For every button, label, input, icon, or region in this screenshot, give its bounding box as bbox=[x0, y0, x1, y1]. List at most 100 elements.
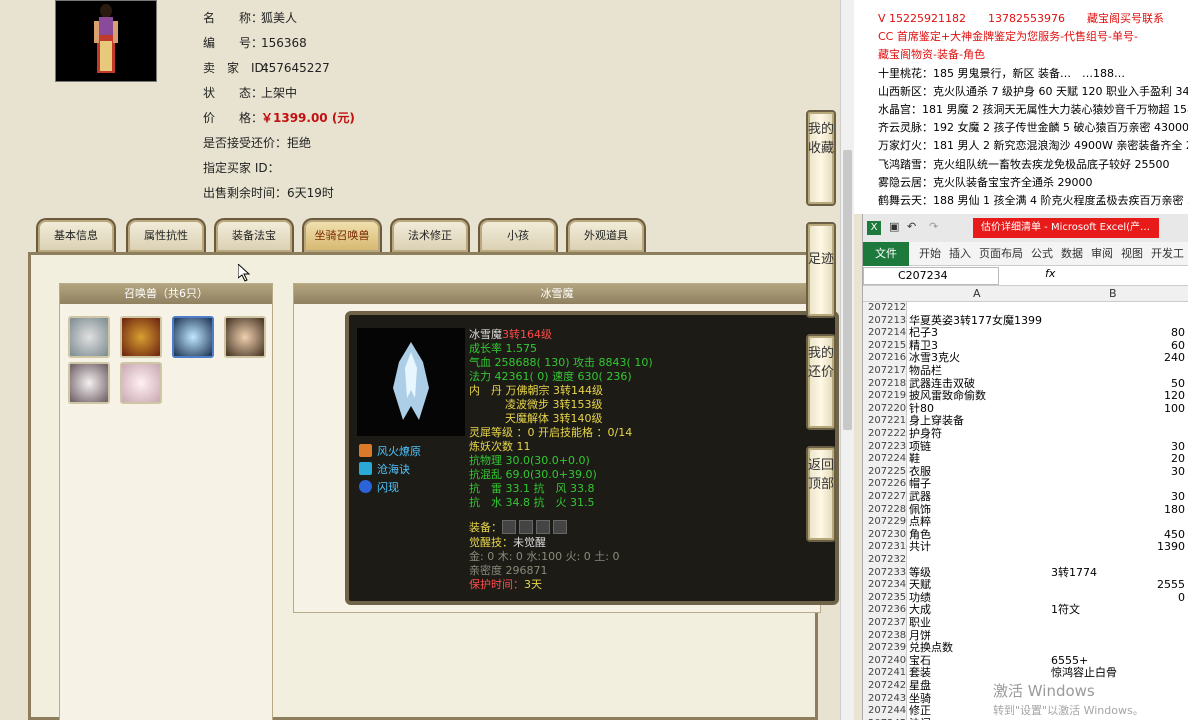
redo-icon[interactable]: ↷ bbox=[929, 220, 938, 233]
menu-formulas[interactable]: 公式 bbox=[1031, 242, 1053, 266]
row-number[interactable]: 207230 bbox=[863, 528, 907, 542]
cell-b-number[interactable]: 30 bbox=[1171, 465, 1185, 479]
row-number[interactable]: 207217 bbox=[863, 365, 907, 378]
cell-a[interactable]: 职业 bbox=[909, 616, 931, 630]
cell-a[interactable]: 武器 bbox=[909, 490, 931, 504]
equip-slot-1[interactable] bbox=[502, 520, 516, 534]
cell-b-text[interactable]: 惊鸿容止白骨 bbox=[1051, 667, 1117, 680]
my-bargain-button[interactable]: 我的还价 bbox=[806, 334, 836, 430]
cell-a[interactable]: 星盘 bbox=[909, 679, 931, 693]
skill-3[interactable]: 闪现 bbox=[359, 479, 399, 495]
cell-a[interactable]: 共计 bbox=[909, 541, 931, 554]
row-number[interactable]: 207237 bbox=[863, 617, 907, 630]
menu-insert[interactable]: 插入 bbox=[949, 242, 971, 266]
cell-b-number[interactable]: 180 bbox=[1164, 503, 1185, 517]
cell-b-number[interactable]: 80 bbox=[1171, 327, 1185, 340]
save-icon[interactable]: ▣ bbox=[889, 220, 899, 233]
cell-a[interactable]: 杞子3 bbox=[909, 327, 938, 340]
tab-spell-modifiers[interactable]: 法术修正 bbox=[390, 218, 470, 252]
cell-b-number[interactable]: 120 bbox=[1164, 390, 1185, 403]
cell-a[interactable]: 修正 bbox=[909, 705, 931, 718]
row-number[interactable]: 207228 bbox=[863, 503, 907, 517]
summon-thumb-3[interactable] bbox=[172, 316, 214, 358]
back-to-top-button[interactable]: 返回顶部 bbox=[806, 446, 836, 542]
row-number[interactable]: 207216 bbox=[863, 352, 907, 365]
menu-data[interactable]: 数据 bbox=[1061, 242, 1083, 266]
row-number[interactable]: 207241 bbox=[863, 667, 907, 680]
row-number[interactable]: 207236 bbox=[863, 604, 907, 617]
row-number[interactable]: 207242 bbox=[863, 680, 907, 693]
row-number[interactable]: 207232 bbox=[863, 554, 907, 567]
cell-b-text[interactable]: 3转1774 bbox=[1051, 566, 1097, 580]
name-box[interactable]: C207234 bbox=[863, 267, 999, 285]
row-number[interactable]: 207239 bbox=[863, 642, 907, 655]
summon-thumb-5[interactable] bbox=[68, 362, 110, 404]
footprint-button[interactable]: 足迹 bbox=[806, 222, 836, 318]
cell-b-number[interactable]: 2555 bbox=[1157, 579, 1185, 592]
row-number[interactable]: 207219 bbox=[863, 390, 907, 403]
row-number[interactable]: 207225 bbox=[863, 465, 907, 479]
cell-a[interactable]: 点粹 bbox=[909, 516, 931, 529]
menu-file[interactable]: 文件 bbox=[863, 242, 909, 266]
fx-icon[interactable]: fx bbox=[1045, 267, 1055, 280]
summon-thumb-2[interactable] bbox=[120, 316, 162, 358]
row-number[interactable]: 207235 bbox=[863, 591, 907, 605]
row-number[interactable]: 207229 bbox=[863, 516, 907, 529]
summon-thumb-4[interactable] bbox=[224, 316, 266, 358]
row-number[interactable]: 207226 bbox=[863, 478, 907, 491]
row-number[interactable]: 207222 bbox=[863, 428, 907, 441]
row-number[interactable]: 207214 bbox=[863, 327, 907, 340]
equip-slot-3[interactable] bbox=[536, 520, 550, 534]
row-number[interactable]: 207227 bbox=[863, 491, 907, 504]
row-number[interactable]: 207234 bbox=[863, 579, 907, 592]
cell-b-number[interactable]: 30 bbox=[1171, 490, 1185, 504]
cell-a[interactable]: 披风雷致命偷数 bbox=[909, 390, 986, 403]
cell-b-number[interactable]: 1390 bbox=[1157, 541, 1185, 554]
tab-equipment[interactable]: 装备法宝 bbox=[214, 218, 294, 252]
menu-home[interactable]: 开始 bbox=[919, 242, 941, 266]
row-number[interactable]: 207220 bbox=[863, 402, 907, 416]
tab-mounts-summons[interactable]: 坐骑召唤兽 bbox=[302, 218, 382, 252]
skill-2[interactable]: 沧海诀 bbox=[359, 461, 410, 477]
row-number[interactable]: 207223 bbox=[863, 440, 907, 454]
cell-a[interactable]: 护身符 bbox=[909, 427, 942, 441]
cell-b-text[interactable]: 1符文 bbox=[1051, 604, 1080, 617]
scrollbar-thumb[interactable] bbox=[843, 150, 852, 430]
equip-slot-4[interactable] bbox=[553, 520, 567, 534]
column-b-header[interactable]: B bbox=[1109, 287, 1117, 300]
tab-appearance[interactable]: 外观道具 bbox=[566, 218, 646, 252]
menu-view[interactable]: 视图 bbox=[1121, 242, 1143, 266]
row-number[interactable]: 207224 bbox=[863, 453, 907, 466]
row-number[interactable]: 207240 bbox=[863, 654, 907, 668]
row-number[interactable]: 207212 bbox=[863, 302, 907, 315]
menu-review[interactable]: 审阅 bbox=[1091, 242, 1113, 266]
column-a-header[interactable]: A bbox=[973, 287, 981, 300]
row-number[interactable]: 207231 bbox=[863, 541, 907, 554]
cell-a[interactable]: 鞋 bbox=[909, 453, 920, 466]
row-number[interactable]: 207218 bbox=[863, 377, 907, 391]
row-number[interactable]: 207244 bbox=[863, 705, 907, 718]
browser-scrollbar[interactable] bbox=[840, 0, 854, 720]
cell-a[interactable]: 兑换点数 bbox=[909, 642, 953, 655]
row-number[interactable]: 207213 bbox=[863, 314, 907, 328]
summon-thumb-6[interactable] bbox=[120, 362, 162, 404]
skill-1[interactable]: 风火燎原 bbox=[359, 443, 421, 459]
favorites-button[interactable]: 我的收藏 bbox=[806, 110, 836, 206]
row-number[interactable]: 207238 bbox=[863, 629, 907, 643]
summon-thumb-1[interactable] bbox=[68, 316, 110, 358]
row-number[interactable]: 207221 bbox=[863, 415, 907, 428]
tab-attributes[interactable]: 属性抗性 bbox=[126, 218, 206, 252]
undo-icon[interactable]: ↶ bbox=[907, 220, 916, 233]
menu-page-layout[interactable]: 页面布局 bbox=[979, 242, 1023, 266]
cell-a[interactable]: 物品栏 bbox=[909, 364, 942, 378]
tab-basic-info[interactable]: 基本信息 bbox=[36, 218, 116, 252]
equip-slot-2[interactable] bbox=[519, 520, 533, 534]
tab-children[interactable]: 小孩 bbox=[478, 218, 558, 252]
row-number[interactable]: 207233 bbox=[863, 566, 907, 580]
cell-b-number[interactable]: 20 bbox=[1171, 453, 1185, 466]
cell-a[interactable]: 天赋 bbox=[909, 579, 931, 592]
cell-b-number[interactable]: 100 bbox=[1164, 402, 1185, 416]
row-number[interactable]: 207243 bbox=[863, 692, 907, 706]
cell-b-number[interactable]: 240 bbox=[1164, 352, 1185, 365]
row-number[interactable]: 207215 bbox=[863, 339, 907, 353]
